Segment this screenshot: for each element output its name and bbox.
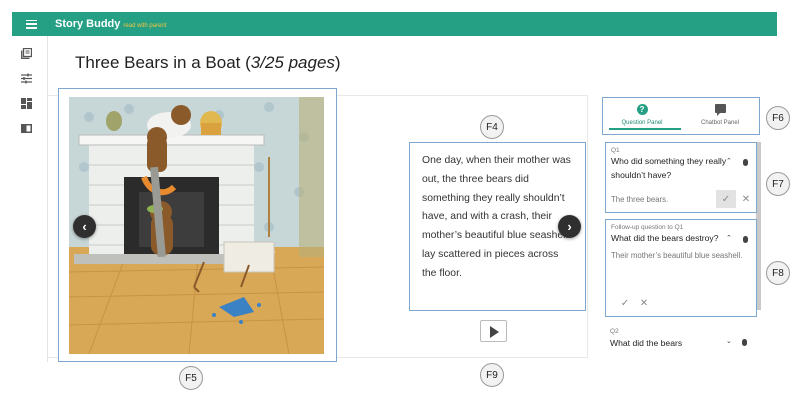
figure-label-f9: F9 <box>480 363 504 387</box>
microphone-icon[interactable] <box>743 236 748 243</box>
tab-label: Chatbot Panel <box>700 120 740 126</box>
figure-label-f5: F5 <box>179 366 203 390</box>
side-rail <box>12 36 48 362</box>
library-icon[interactable] <box>21 48 32 59</box>
figure-label-f6: F6 <box>766 106 790 130</box>
question-text-q2: What did the bears <box>610 338 683 348</box>
question-icon: ? <box>636 104 648 115</box>
book-title-text: Three Bears in a Boat ( <box>75 53 251 72</box>
figure-label-f4: F4 <box>480 115 504 139</box>
question-text: Who did something they really shouldn’t … <box>611 156 727 180</box>
story-illustration <box>69 97 324 354</box>
question-card-followup: Follow-up question to Q1 What did the be… <box>605 219 757 317</box>
tab-label: Question Panel <box>621 120 663 126</box>
figure-label-f7: F7 <box>766 172 790 196</box>
microphone-icon[interactable] <box>743 159 748 166</box>
settings-sliders-icon[interactable] <box>21 73 32 84</box>
question-tag: Q1 <box>611 147 620 154</box>
story-text-box: One day, when their mother was out, the … <box>409 142 586 311</box>
chat-icon <box>714 104 726 116</box>
answer-text: The three bears. <box>611 195 669 204</box>
chevron-up-icon[interactable]: ⌃ <box>726 234 732 242</box>
microphone-icon[interactable] <box>742 339 747 346</box>
app-header: Story Buddy read with parent <box>12 12 777 36</box>
book-icon[interactable] <box>21 123 32 134</box>
chevron-down-icon[interactable]: ⌄ <box>726 337 732 345</box>
title-close-paren: ) <box>334 53 341 72</box>
hamburger-menu-icon[interactable] <box>26 19 37 29</box>
panel-tabs: ? Question Panel Chatbot Panel <box>602 97 760 135</box>
app-subtitle: read with parent <box>123 22 167 29</box>
figure-label-f8: F8 <box>766 261 790 285</box>
confirm-answer-button[interactable]: ✓ <box>716 190 736 208</box>
chevron-up-icon[interactable]: ⌃ <box>726 157 732 165</box>
illustration-image <box>69 97 324 354</box>
question-tag: Follow-up question to Q1 <box>611 224 684 231</box>
reject-answer-button[interactable]: ✕ <box>736 190 756 208</box>
page-title: Three Bears in a Boat (3/25 pages) <box>75 53 341 73</box>
confirm-answer-button[interactable]: ✓ <box>615 294 635 312</box>
dashboard-icon[interactable] <box>21 98 32 109</box>
question-tag-q2: Q2 <box>610 328 619 335</box>
answer-text: Their mother’s beautiful blue seashell. <box>611 251 743 260</box>
previous-page-button[interactable]: ‹ <box>73 215 96 238</box>
app-title: Story Buddy <box>55 18 121 30</box>
play-icon <box>490 326 499 338</box>
tab-chatbot-panel[interactable]: Chatbot Panel <box>681 98 759 134</box>
page-count: 3/25 pages <box>250 53 335 72</box>
play-audio-button[interactable] <box>480 320 507 342</box>
question-card-q1: Q1 Who did something they really shouldn… <box>605 142 757 213</box>
story-text: One day, when their mother was out, the … <box>422 155 571 279</box>
tab-question-panel[interactable]: ? Question Panel <box>603 98 681 134</box>
reject-answer-button[interactable]: ✕ <box>634 294 654 312</box>
question-text: What did the bears destroy? <box>611 233 719 243</box>
